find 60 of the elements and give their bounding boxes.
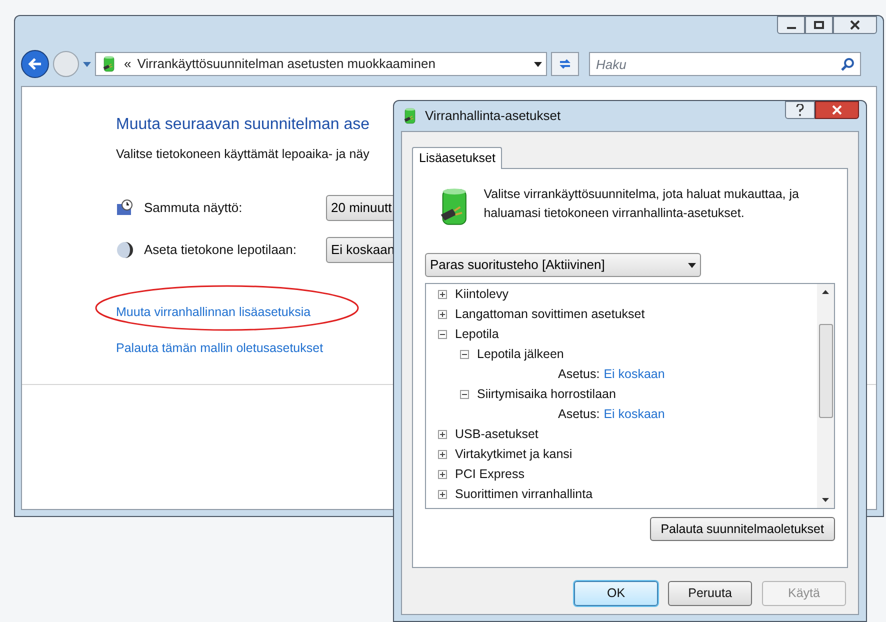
tree-item[interactable]: Virtakytkimet ja kansi <box>455 444 572 464</box>
tree-item[interactable]: Siirtymisaika horrostilaan <box>477 384 616 404</box>
tree-item[interactable]: Kiintolevy <box>455 284 508 304</box>
tree-item[interactable]: PCI Express <box>455 464 524 484</box>
address-path[interactable]: Virrankäyttösuunnitelman asetusten muokkaaminen <box>137 54 528 74</box>
page-description: Valitse tietokoneen käyttämät lepoaika- ja näy <box>116 146 370 163</box>
expand-icon[interactable] <box>438 310 447 318</box>
back-button[interactable] <box>21 50 49 78</box>
maximize-button[interactable] <box>805 16 833 34</box>
close-icon <box>850 20 860 30</box>
collapse-icon[interactable] <box>438 330 447 338</box>
caret-icon <box>83 62 91 66</box>
dialog-title: Virranhallinta-asetukset <box>425 107 562 126</box>
expand-icon[interactable] <box>438 290 447 298</box>
scroll-up-icon <box>822 290 829 294</box>
setting-label: Asetus: <box>558 406 600 423</box>
close-button[interactable] <box>815 101 859 119</box>
minimize-button[interactable] <box>777 16 805 34</box>
address-bar[interactable]: « Virrankäyttösuunnitelman asetusten muokkaaminen <box>95 52 547 76</box>
moon-icon <box>116 240 134 259</box>
page-heading: Muuta seuraavan suunnitelman ase <box>116 115 370 135</box>
search-icon <box>841 57 855 71</box>
search-field[interactable]: Haku <box>589 52 861 76</box>
collapse-icon[interactable] <box>460 390 469 398</box>
setting-value[interactable]: Ei koskaan <box>604 364 665 384</box>
question-mark-icon <box>796 104 804 116</box>
tree-item[interactable]: USB-asetukset <box>455 424 538 444</box>
tree-item[interactable]: Langattoman sovittimen asetukset <box>455 304 645 324</box>
scroll-thumb[interactable] <box>818 324 832 418</box>
expand-icon[interactable] <box>438 430 447 438</box>
expand-icon[interactable] <box>438 450 447 458</box>
help-button[interactable] <box>785 101 815 119</box>
close-button[interactable] <box>833 16 877 34</box>
close-icon <box>832 105 842 115</box>
tree-item[interactable]: Lepotila <box>455 324 499 344</box>
dialog-button[interactable]: OK <box>574 581 658 606</box>
scrollbar[interactable] <box>817 284 834 508</box>
caret-icon <box>534 62 542 66</box>
dialog-button[interactable]: Peruuta <box>668 581 752 606</box>
setting-label: Aseta tietokone lepotilaan: <box>144 241 298 259</box>
expand-icon[interactable] <box>438 470 447 478</box>
plan-dropdown[interactable]: Paras suoritusteho [Aktiivinen] <box>425 253 701 277</box>
scroll-down-icon <box>822 498 829 502</box>
restore-defaults-button[interactable]: Palauta suunnitelmaoletukset <box>650 517 835 541</box>
settings-link[interactable]: Palauta tämän mallin oletusasetukset <box>116 340 324 355</box>
monitor-clock-icon <box>116 198 134 217</box>
refresh-icon <box>558 58 572 70</box>
collapse-icon[interactable] <box>460 350 469 358</box>
caret-icon <box>688 262 696 268</box>
expand-icon[interactable] <box>438 490 447 498</box>
setting-value[interactable]: Ei koskaan <box>604 404 665 424</box>
refresh-button[interactable] <box>551 52 579 76</box>
dialog-description: Valitse virrankäyttösuunnitelma, jota haluat mukauttaa, ja haluamasi tietokoneen virranhallinta-asetukset. <box>484 186 800 222</box>
tree-item[interactable]: Lepotila jälkeen <box>477 344 564 364</box>
arrow-left-icon <box>28 58 42 70</box>
tree-item[interactable]: Suorittimen virranhallinta <box>455 484 593 504</box>
setting-label: Asetus: <box>558 366 600 383</box>
setting-label: Sammuta näyttö: <box>144 199 244 217</box>
breadcrumb-chevron[interactable]: « <box>124 54 132 74</box>
tab[interactable]: Lisäasetukset <box>412 147 502 169</box>
